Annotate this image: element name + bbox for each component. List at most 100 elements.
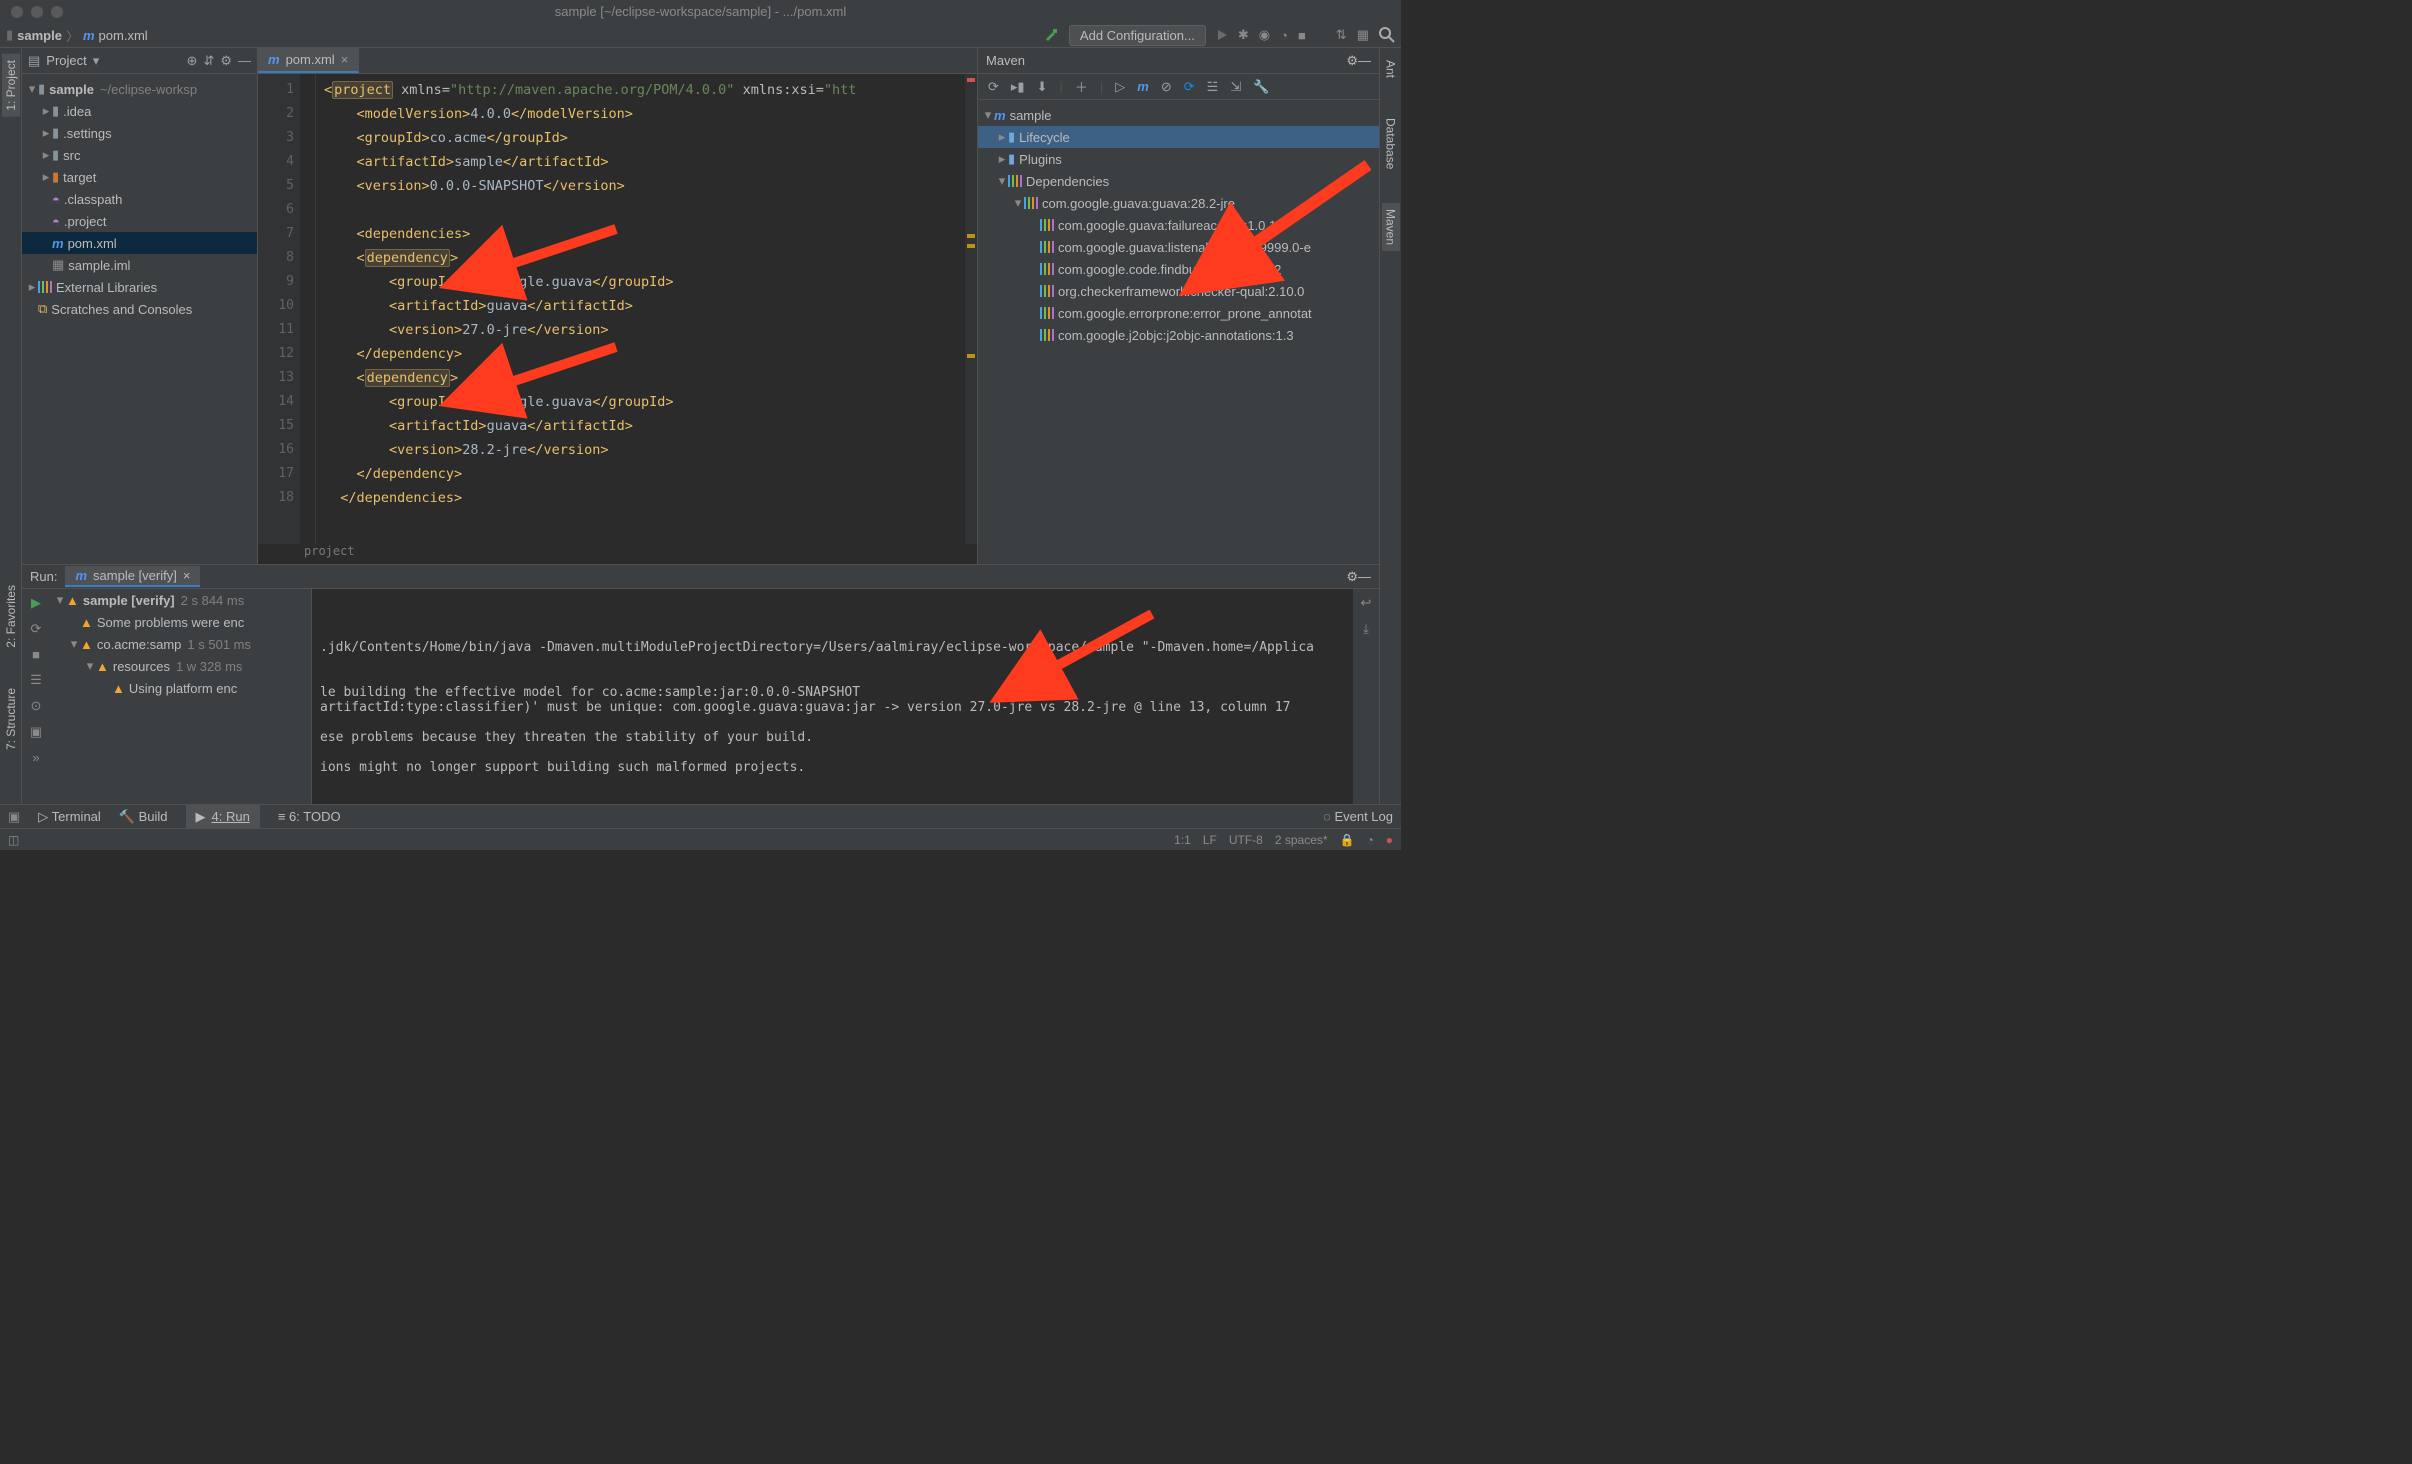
structure-icon[interactable]: ▦ [1357,27,1369,43]
sidebar-ant-tab[interactable]: Ant [1382,54,1400,84]
maven-plugins[interactable]: ▸▮Plugins [978,148,1379,170]
maven-dep-primary[interactable]: ▾com.google.guava:guava:28.2-jre [978,192,1379,214]
maven-icon: m [75,568,87,583]
tree-item[interactable]: mpom.xml [22,232,257,254]
quicklist-icon[interactable]: ▣ [8,809,20,825]
profile-icon[interactable]: ◔ [1280,28,1288,43]
maven-dep-item[interactable]: org.checkerframework:checker-qual:2.10.0 [978,280,1379,302]
tree-item[interactable]: ◓.project [22,210,257,232]
editor-breadcrumb[interactable]: project [258,544,977,564]
settings-gear-icon[interactable]: ⚙ [220,53,232,69]
sidebar-database-tab[interactable]: Database [1382,112,1400,175]
camera-icon[interactable]: ▣ [30,724,42,740]
error-stripe[interactable] [965,74,977,544]
generate-sources-icon[interactable]: ▸▮ [1011,79,1025,95]
run-tree-item[interactable]: ▲Using platform enc [50,677,311,699]
sidebar-structure-tab[interactable]: 7: Structure [2,682,20,756]
terminal-tab[interactable]: ▷ Terminal [38,809,101,825]
vcs-icon[interactable]: ⇅ [1336,27,1347,43]
collapse-icon[interactable]: ⇵ [203,53,214,69]
tree-item[interactable]: ◓.classpath [22,188,257,210]
event-log-tab[interactable]: ◌ Event Log [1323,809,1393,824]
breadcrumb-file[interactable]: pom.xml [99,28,148,43]
settings-gear-icon[interactable]: ⚙ [1346,569,1358,585]
run-maven-icon[interactable]: ▷ [1115,79,1125,95]
line-ending[interactable]: LF [1203,833,1217,847]
maven-dep-item[interactable]: com.google.guava:failureaccess:1.0.1 [978,214,1379,236]
run-tree-item[interactable]: ▲Some problems were enc [50,611,311,633]
maven-dependencies[interactable]: ▾Dependencies [978,170,1379,192]
code-area[interactable]: <project xmlns="http://maven.apache.org/… [316,74,977,544]
run-console[interactable]: .jdk/Contents/Home/bin/java -Dmaven.mult… [312,589,1353,804]
maven-dep-item[interactable]: com.google.code.findbugs:jsr305:3.0.2 [978,258,1379,280]
file-encoding[interactable]: UTF-8 [1229,833,1263,847]
tree-item[interactable]: ▦sample.iml [22,254,257,276]
tree-scratches[interactable]: ⧉Scratches and Consoles [22,298,257,320]
tree-item[interactable]: ▸▮src [22,144,257,166]
tree-item[interactable]: ▸▮.settings [22,122,257,144]
maven-dep-item[interactable]: com.google.errorprone:error_prone_annota… [978,302,1379,324]
tree-project-root[interactable]: ▾▮sample~/eclipse-worksp [22,78,257,100]
close-icon[interactable]: × [183,568,191,583]
breadcrumb-root[interactable]: sample [17,28,62,43]
sidebar-maven-tab[interactable]: Maven [1382,203,1400,251]
run-tab[interactable]: ▶ 4: Run [186,805,260,829]
stop-icon[interactable]: ■ [1298,28,1306,43]
toggle-offline-icon[interactable]: ⊘ [1161,79,1172,95]
memory-indicator-icon[interactable]: ◔ [1367,833,1374,847]
chevron-down-icon[interactable]: ▾ [93,53,100,69]
find-icon[interactable]: ⊙ [31,698,42,714]
add-configuration-button[interactable]: Add Configuration... [1069,25,1206,46]
soft-wrap-icon[interactable]: ↩ [1361,595,1372,611]
build-hammer-icon[interactable] [1043,27,1059,43]
minimize-icon[interactable]: — [1358,569,1371,584]
tree-item[interactable]: ▸▮.idea [22,100,257,122]
build-tab[interactable]: 🔨 Build [119,809,168,825]
minimize-icon[interactable]: — [1358,53,1371,68]
maven-dep-item[interactable]: com.google.guava:listenablefuture:9999.0… [978,236,1379,258]
run-config-tab[interactable]: m sample [verify] × [65,566,200,587]
show-deps-icon[interactable]: ☱ [1207,79,1219,95]
run-icon[interactable] [1216,29,1228,41]
window-titlebar: sample [~/eclipse-workspace/sample] - ..… [0,0,1401,23]
maven-lifecycle[interactable]: ▸▮Lifecycle [978,126,1379,148]
wrench-icon[interactable]: 🔧 [1253,79,1269,95]
collapse-all-icon[interactable]: ⇲ [1230,79,1241,95]
cursor-position[interactable]: 1:1 [1174,833,1191,847]
maven-goal-icon[interactable]: m [1137,79,1149,94]
editor-tab-pom[interactable]: m pom.xml × [258,47,359,73]
sidebar-favorites-tab[interactable]: 2: Favorites [2,579,20,654]
tree-item[interactable]: ▸▮target [22,166,257,188]
more-icon[interactable]: » [32,750,39,765]
tree-external-libraries[interactable]: ▸External Libraries [22,276,257,298]
add-icon[interactable]: ＋ [1075,77,1088,96]
todo-tab[interactable]: ≡ 6: TODO [278,809,341,824]
minimize-icon[interactable]: — [238,53,251,68]
run-tree-item[interactable]: ▾▲co.acme:samp1 s 501 ms [50,633,311,655]
sidebar-project-tab[interactable]: 1: Project [2,54,20,117]
locate-icon[interactable]: ⊕ [187,53,198,69]
stop-rerun-icon[interactable]: ⟳ [31,621,42,637]
project-title[interactable]: Project [46,53,86,68]
debug-icon[interactable]: ✱ [1238,27,1249,43]
run-tree-root[interactable]: ▾▲sample [verify]2 s 844 ms [50,589,311,611]
maven-root[interactable]: ▾msample [978,104,1379,126]
lock-icon[interactable]: 🔒 [1340,833,1355,847]
maven-dep-item[interactable]: com.google.j2objc:j2objc-annotations:1.3 [978,324,1379,346]
search-everywhere-icon[interactable] [1379,27,1395,43]
stop-icon[interactable]: ■ [32,647,40,662]
download-icon[interactable]: ⬇ [1037,79,1048,95]
settings-gear-icon[interactable]: ⚙ [1346,53,1358,69]
maven-title: Maven [986,53,1025,68]
error-indicator-icon[interactable]: ● [1386,833,1393,847]
skip-tests-icon[interactable]: ⟳ [1184,79,1195,95]
rerun-icon[interactable]: ▶ [31,595,41,611]
close-tab-icon[interactable]: × [341,52,349,67]
tool-window-toggle-icon[interactable]: ◫ [8,833,19,847]
run-tree-item[interactable]: ▾▲resources1 w 328 ms [50,655,311,677]
coverage-icon[interactable]: ◉ [1259,27,1270,43]
indent-widget[interactable]: 2 spaces* [1275,833,1328,847]
reimport-icon[interactable]: ⟳ [988,79,999,95]
filter-icon[interactable]: ☰ [30,672,42,688]
scroll-end-icon[interactable]: ⤓ [1363,621,1369,637]
